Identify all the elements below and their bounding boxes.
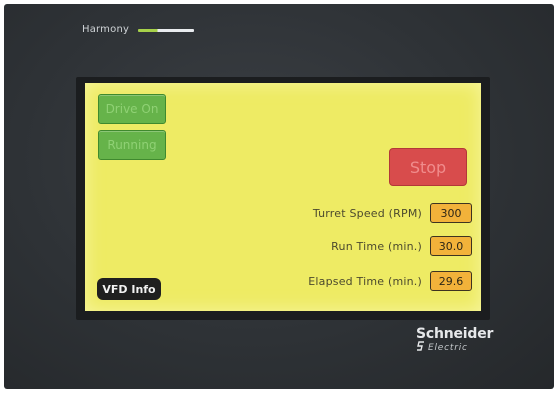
turret-speed-value[interactable]: 300	[430, 203, 472, 223]
elapsed-time-value: 29.6	[430, 271, 472, 291]
run-time-row: Run Time (min.) 30.0	[331, 236, 472, 256]
run-time-value[interactable]: 30.0	[430, 236, 472, 256]
harmony-brand-label: Harmony	[82, 24, 130, 35]
elapsed-time-label: Elapsed Time (min.)	[308, 274, 422, 288]
running-button[interactable]: Running	[98, 130, 166, 160]
drive-on-button[interactable]: Drive On	[98, 94, 166, 124]
turret-speed-label: Turret Speed (RPM)	[312, 206, 422, 220]
schneider-logo-icon	[417, 341, 424, 351]
run-time-label: Run Time (min.)	[331, 239, 422, 253]
schneider-brand-label: Schneider	[416, 326, 494, 342]
vfd-info-button[interactable]: VFD Info	[97, 278, 161, 300]
harmony-brand-stripe	[138, 29, 194, 32]
hmi-screen: Drive On Running Stop Turret Speed (RPM)…	[85, 83, 481, 311]
elapsed-time-row: Elapsed Time (min.) 29.6	[308, 271, 472, 291]
electric-brand-label: Electric	[428, 343, 468, 353]
stop-button[interactable]: Stop	[389, 148, 467, 186]
turret-speed-row: Turret Speed (RPM) 300	[313, 203, 472, 223]
hmi-photo: Harmony Drive On Running Stop Turret Spe…	[0, 0, 558, 393]
